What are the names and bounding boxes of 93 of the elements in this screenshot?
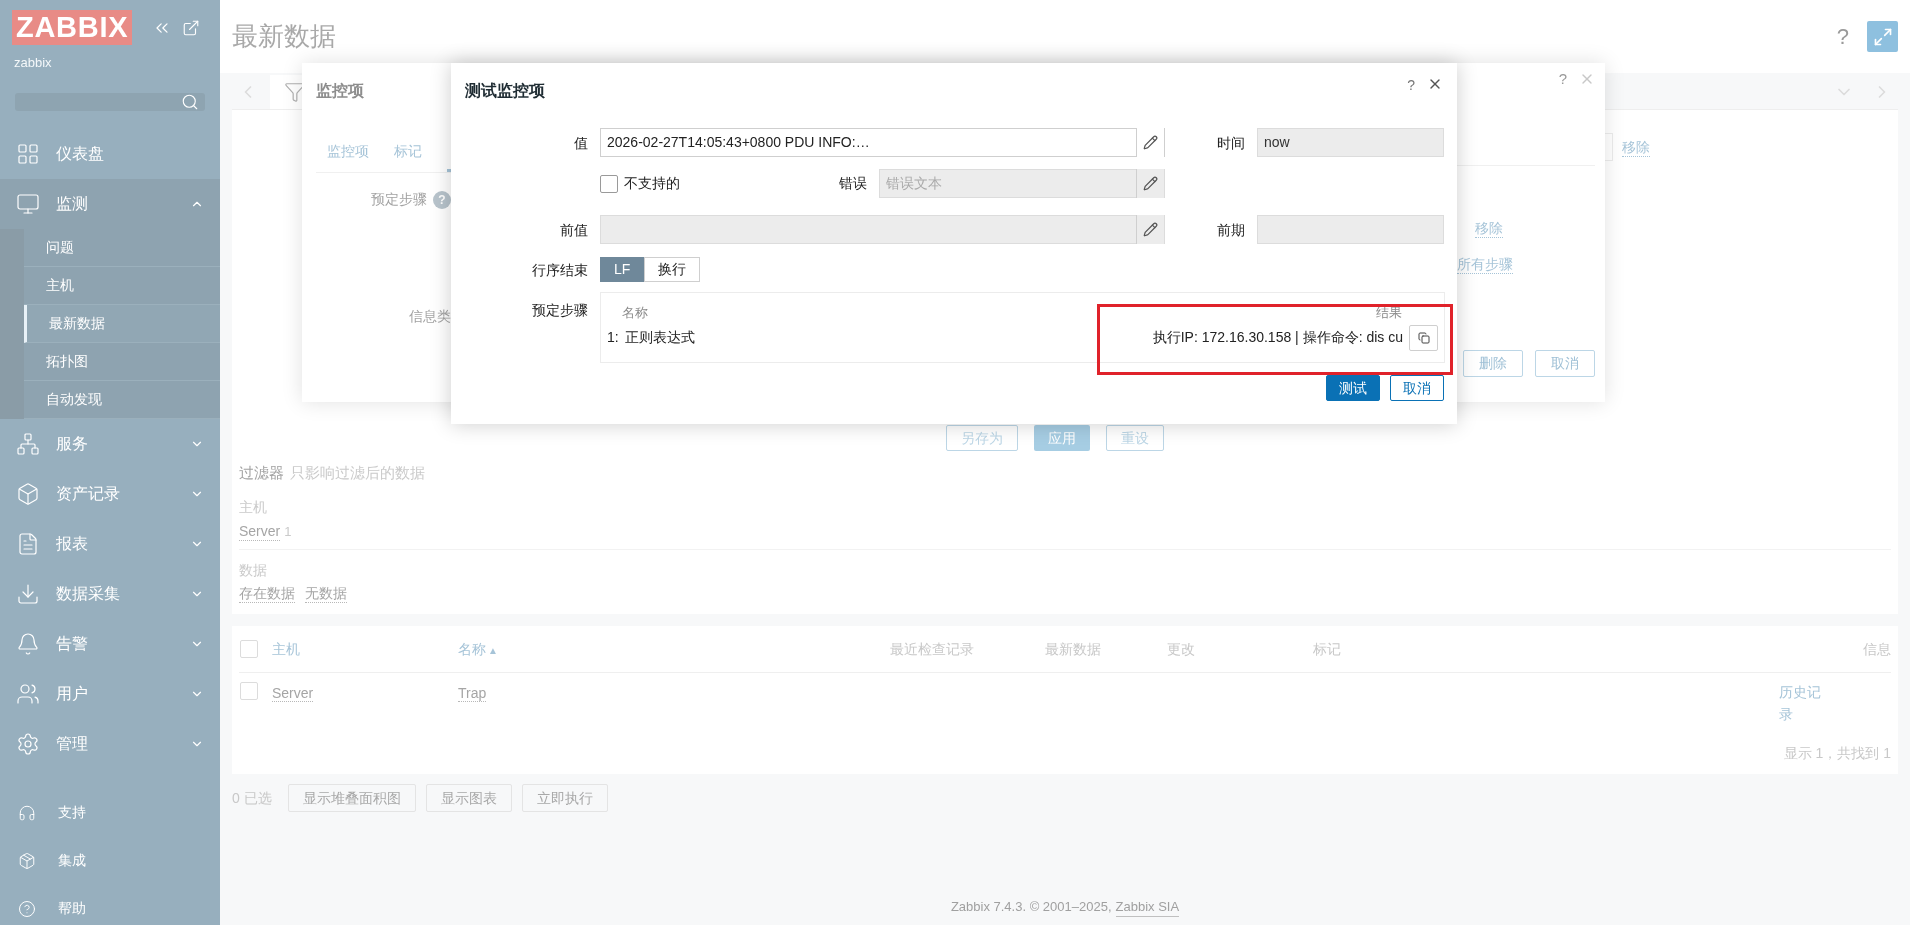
history-link[interactable]: 历史记录 — [1779, 681, 1825, 725]
filter-button[interactable]: 应用 — [1034, 425, 1090, 451]
line-ending-option[interactable]: LF — [600, 257, 645, 282]
menu-item[interactable]: 管理 — [0, 718, 220, 769]
search-field[interactable] — [15, 92, 205, 111]
action-button[interactable]: 立即执行 — [521, 784, 608, 812]
previous-time-field[interactable] — [1257, 215, 1444, 244]
item-name-link[interactable]: Trap — [458, 685, 487, 702]
dialog-button[interactable]: 取消 — [1535, 350, 1595, 377]
menu-item[interactable]: 告警 — [0, 618, 220, 669]
bell-icon — [16, 631, 40, 656]
fullscreen-icon — [1872, 26, 1893, 47]
dialog-tab[interactable]: 监控项 — [327, 141, 369, 172]
filter-value-link[interactable]: 存在数据 — [239, 585, 295, 603]
menu-item[interactable]: 报表 — [0, 518, 220, 569]
sidebar-link[interactable]: 帮助 — [0, 884, 220, 925]
column-header: 名称 — [622, 304, 648, 322]
menu-item[interactable]: 仪表盘 — [0, 128, 220, 179]
field-label: 时间 — [1217, 134, 1245, 151]
help-link[interactable]: ? — [1558, 67, 1567, 91]
action-button[interactable]: 显示堆叠面积图 — [287, 784, 416, 812]
filter-title: 过滤器 — [239, 463, 284, 483]
field-label: 预定步骤 — [532, 302, 588, 318]
line-ending-option[interactable]: 换行 — [644, 257, 701, 282]
package-icon — [18, 851, 36, 870]
popout-icon[interactable] — [182, 18, 200, 37]
vendor-link[interactable]: Zabbix SIA — [1115, 896, 1180, 917]
filter-value-link[interactable]: 无数据 — [305, 585, 347, 603]
field-label: 预定步骤 — [371, 190, 427, 209]
remove-link[interactable]: 移除 — [1475, 220, 1503, 238]
edit-button[interactable] — [1136, 215, 1164, 244]
checkbox-label: 不支持的 — [624, 174, 681, 193]
monitor-icon — [16, 191, 40, 216]
column-header[interactable]: 主机 — [272, 638, 458, 660]
fullscreen-button[interactable] — [1867, 21, 1898, 52]
logo[interactable]: ZABBIX — [12, 10, 133, 45]
dialog-button[interactable]: 取消 — [1390, 375, 1444, 401]
menu-item[interactable]: 服务 — [0, 418, 220, 469]
box-icon — [16, 481, 40, 506]
field-label: 错误 — [839, 174, 867, 193]
help-badge[interactable]: ? — [433, 190, 451, 209]
remove-link[interactable]: 移除 — [1622, 139, 1650, 157]
step-result: 执行IP: 172.16.30.158 | 操作命令: dis cu — [1152, 328, 1403, 347]
previous-value-field[interactable] — [600, 215, 1165, 244]
copy-icon — [1417, 331, 1430, 344]
user-name: zabbix — [13, 54, 53, 72]
sidebar-link[interactable]: 支持 — [0, 788, 220, 837]
dialog-button[interactable]: 测试 — [1326, 375, 1380, 401]
column-header[interactable]: 名称▲ — [458, 638, 890, 660]
users-icon — [16, 681, 40, 706]
sidebar-link[interactable]: 集成 — [0, 836, 220, 885]
pencil-icon — [1143, 222, 1158, 237]
host-link[interactable]: Server — [272, 685, 314, 702]
field-label: 行序结束 — [532, 261, 588, 278]
checkbox[interactable] — [600, 174, 618, 193]
pencil-icon — [1143, 135, 1158, 150]
help-link[interactable]: ? — [1407, 75, 1415, 96]
step-index: 1: — [607, 328, 619, 347]
search-icon[interactable] — [181, 92, 199, 111]
filter-value-link[interactable]: Server — [239, 522, 281, 541]
time-field[interactable]: now — [1257, 128, 1444, 157]
action-button[interactable]: 显示图表 — [425, 784, 512, 812]
field-label: 信息类 — [409, 307, 451, 326]
menu-item[interactable]: 监测 — [0, 178, 220, 229]
field-label: 前期 — [1217, 221, 1245, 238]
step-name: 正则表达式 — [624, 328, 696, 347]
pencil-icon — [1143, 176, 1158, 191]
dialog-title: 监控项 — [316, 81, 365, 101]
dialog-button[interactable]: 删除 — [1463, 350, 1523, 377]
menu-item[interactable]: 资产记录 — [0, 468, 220, 519]
value-field[interactable]: 2026-02-27T14:05:43+0800 PDU INFO:… — [600, 128, 1165, 157]
edit-button[interactable] — [1136, 169, 1164, 198]
help-link[interactable]: ? — [1836, 20, 1849, 53]
dialog-tab[interactable]: 标记 — [394, 141, 422, 172]
menu-item[interactable]: 用户 — [0, 668, 220, 719]
copy-button[interactable] — [1409, 324, 1438, 351]
menu-item[interactable]: 数据采集 — [0, 568, 220, 619]
help-icon — [18, 899, 36, 918]
field-label: 前值 — [560, 221, 588, 238]
headphones-icon — [18, 803, 36, 822]
field-label: 值 — [574, 134, 588, 151]
submenu-item[interactable]: 最新数据 — [24, 304, 220, 343]
error-field[interactable]: 错误文本 — [879, 169, 1165, 198]
dialog-title: 测试监控项 — [465, 81, 546, 101]
filter-button[interactable]: 重设 — [1106, 425, 1164, 451]
filter-button[interactable]: 另存为 — [946, 425, 1018, 451]
document-icon — [16, 531, 40, 556]
page-title: 最新数据 — [232, 20, 337, 53]
grid-icon — [16, 141, 40, 166]
copyright-text: Zabbix 7.4.3. © 2001–2025, — [950, 898, 1112, 916]
network-icon — [16, 431, 40, 456]
column-header: 结果 — [1376, 304, 1402, 322]
settings-icon — [16, 731, 40, 756]
